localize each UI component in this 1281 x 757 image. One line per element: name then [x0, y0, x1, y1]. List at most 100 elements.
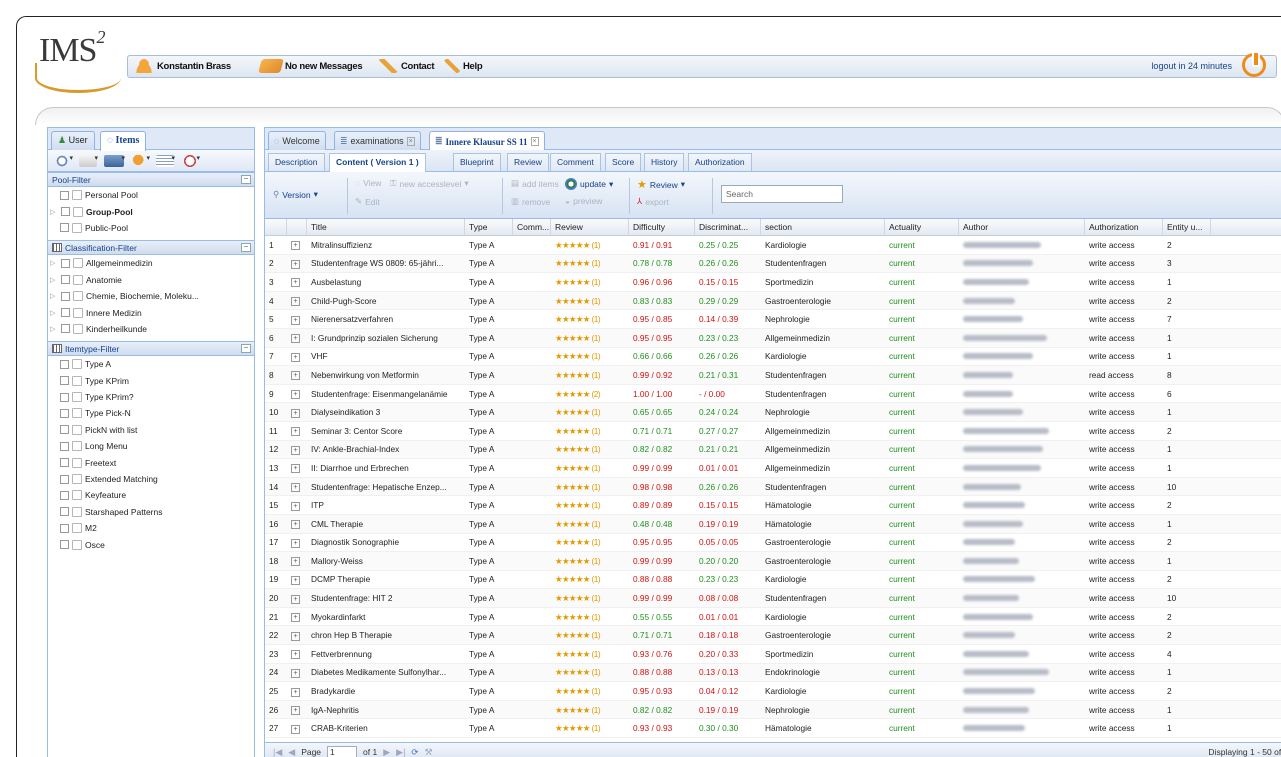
itemtype-item[interactable]: Type Pick-N	[48, 405, 254, 421]
table-row[interactable]: 6 + I: Grundprinzip sozialen Sicherung Type…	[265, 328, 1281, 348]
expand-row-icon[interactable]: +	[291, 557, 300, 567]
expand-row-icon[interactable]: +	[291, 520, 300, 530]
col-title[interactable]: Title	[307, 219, 465, 235]
tab-blueprint[interactable]: Blueprint	[453, 153, 501, 171]
table-row[interactable]: 27 + CRAB-Kriterien Type A ★★★★★ (1) 0.93 / 0…	[265, 719, 1281, 739]
search-input[interactable]: Search	[721, 185, 843, 203]
power-icon[interactable]	[1242, 51, 1266, 77]
itemtype-item[interactable]: Osce	[48, 536, 254, 552]
preview-button[interactable]: ◒ preview	[565, 196, 602, 206]
expand-row-icon[interactable]: +	[291, 501, 300, 511]
expand-row-icon[interactable]: +	[291, 390, 300, 400]
checkbox[interactable]	[61, 324, 70, 334]
expand-row-icon[interactable]: +	[291, 613, 300, 623]
image-dropdown-icon[interactable]	[104, 154, 125, 167]
expand-arrow-icon[interactable]: ▷	[50, 292, 58, 300]
expand-row-icon[interactable]: +	[291, 631, 300, 641]
checkbox[interactable]	[60, 474, 69, 484]
col-difficulty[interactable]: Difficulty	[629, 219, 695, 235]
col-type[interactable]: Type	[465, 219, 513, 235]
checkbox[interactable]	[61, 291, 70, 301]
expand-row-icon[interactable]: +	[291, 483, 300, 493]
expand-arrow-icon[interactable]: ▷	[50, 276, 58, 284]
table-row[interactable]: 7 + VHF Type A ★★★★★ (1) 0.66 / 0.66 0.26 / 0.…	[265, 348, 1281, 367]
itemtype-filter-header[interactable]: Itemtype-Filter −	[48, 341, 254, 357]
class-item[interactable]: ▷ Innere Medizin	[48, 304, 254, 320]
table-row[interactable]: 10 + Dialyseindikation 3 Type A ★★★★★ (1) 0.6…	[265, 403, 1281, 422]
table-row[interactable]: 20 + Studentenfrage: HIT 2 Type A ★★★★★ (1) 0…	[265, 589, 1281, 608]
checkbox[interactable]	[60, 190, 69, 200]
itemtype-item[interactable]: M2	[48, 520, 254, 536]
tab-user[interactable]: ♟ User	[51, 131, 95, 150]
clock-dropdown-icon[interactable]	[181, 154, 200, 167]
checkbox[interactable]	[60, 425, 69, 435]
class-item[interactable]: ▷ Chemie, Biochemie, Moleku...	[48, 288, 254, 304]
table-row[interactable]: 19 + DCMP Therapie Type A ★★★★★ (1) 0.88 / 0.…	[265, 571, 1281, 590]
contact-menu[interactable]: Contact	[378, 59, 435, 73]
checkbox[interactable]	[60, 392, 69, 402]
table-row[interactable]: 15 + ITP Type A ★★★★★ (1) 0.89 / 0.89 0.15 / 0…	[265, 496, 1281, 515]
itemtype-item[interactable]: Type A	[48, 356, 254, 372]
checkbox[interactable]	[60, 523, 69, 533]
checkbox[interactable]	[60, 408, 69, 418]
expand-arrow-icon[interactable]: ▷	[50, 208, 58, 216]
app-logo[interactable]: IMS2	[39, 27, 105, 70]
itemtype-item[interactable]: Starshaped Patterns	[48, 504, 254, 520]
checkbox[interactable]	[60, 458, 69, 468]
pool-item-public[interactable]: Public-Pool	[48, 220, 254, 236]
tab-description[interactable]: Description	[268, 153, 325, 171]
table-row[interactable]: 25 + Bradykardie Type A ★★★★★ (1) 0.95 / 0.93…	[265, 682, 1281, 701]
remove-button[interactable]: ▥ remove	[511, 196, 550, 207]
expand-row-icon[interactable]: +	[291, 445, 300, 455]
view-button[interactable]: ◌ View	[355, 178, 381, 188]
table-row[interactable]: 13 + II: Diarrhoe und Erbrechen Type A ★★★★★…	[265, 459, 1281, 478]
table-row[interactable]: 18 + Mallory-Weiss Type A ★★★★★ (1) 0.99 / 0.…	[265, 552, 1281, 571]
list-dropdown-icon[interactable]	[156, 154, 175, 167]
expand-row-icon[interactable]: +	[291, 259, 300, 269]
page-input[interactable]: 1	[327, 745, 358, 757]
tab-comment[interactable]: Comment	[550, 153, 601, 171]
add-items-button[interactable]: ▤ add items	[511, 178, 559, 189]
expand-row-icon[interactable]: +	[291, 315, 300, 325]
expand-row-icon[interactable]: +	[291, 334, 300, 344]
expand-row-icon[interactable]: +	[291, 668, 300, 678]
table-row[interactable]: 2 + Studentenfrage WS 0809: 65-jähri... Typ…	[265, 254, 1281, 274]
itemtype-item[interactable]: Extended Matching	[48, 471, 254, 487]
itemtype-item[interactable]: Type KPrim	[48, 373, 254, 389]
expand-row-icon[interactable]: +	[291, 724, 300, 734]
classification-filter-header[interactable]: Classification-Filter −	[48, 240, 254, 256]
close-icon[interactable]: ×	[530, 137, 539, 146]
class-item[interactable]: ▷ Anatomie	[48, 272, 254, 288]
col-discrimination[interactable]: Discriminat...	[695, 219, 761, 235]
table-row[interactable]: 5 + Nierenersatzverfahren Type A ★★★★★ (1) 0.…	[265, 310, 1281, 329]
checkbox[interactable]	[60, 490, 69, 500]
table-row[interactable]: 1 + Mitralinsuffizienz Type A ★★★★★ (1) 0.91 …	[265, 236, 1281, 255]
first-page-icon[interactable]: |◀	[273, 747, 282, 757]
expand-arrow-icon[interactable]: ▷	[50, 309, 58, 317]
tab-history[interactable]: History	[644, 153, 685, 171]
table-row[interactable]: 16 + CML Therapie Type A ★★★★★ (1) 0.48 / 0.4…	[265, 514, 1281, 534]
expand-row-icon[interactable]: +	[291, 241, 300, 251]
new-accesslevel-button[interactable]: ⚿ new accesslevel ▾	[390, 178, 469, 189]
export-button[interactable]: ⅄ export	[637, 196, 669, 207]
version-button[interactable]: ⚲ Version ▾	[273, 189, 318, 200]
collapse-icon[interactable]: −	[241, 243, 251, 253]
tab-innere-klausur[interactable]: ≣ Innere Klausur SS 11 ×	[429, 131, 545, 151]
itemtype-item[interactable]: PickN with list	[48, 422, 254, 438]
class-item[interactable]: ▷ Allgemeinmedizin	[48, 255, 254, 271]
refresh-dropdown-icon[interactable]	[52, 154, 73, 167]
tab-score[interactable]: Score	[605, 153, 642, 171]
pool-item-group[interactable]: ▷ Group-Pool	[48, 203, 254, 219]
tab-welcome[interactable]: ◌ Welcome	[268, 131, 326, 150]
user-menu[interactable]: Konstantin Brass	[134, 59, 231, 73]
checkbox[interactable]	[60, 359, 69, 369]
expand-row-icon[interactable]: +	[291, 278, 300, 288]
expand-arrow-icon[interactable]: ▷	[50, 325, 58, 333]
pool-filter-header[interactable]: Pool-Filter −	[48, 172, 254, 187]
expand-row-icon[interactable]: +	[291, 297, 300, 307]
table-row[interactable]: 17 + Diagnostik Sonographie Type A ★★★★★ (1)…	[265, 534, 1281, 553]
update-button[interactable]: update ▾	[565, 178, 613, 190]
edit-button[interactable]: ✎ Edit	[355, 196, 380, 207]
review-button[interactable]: ★ Review ▾	[637, 178, 685, 191]
table-row[interactable]: 4 + Child-Pugh-Score Type A ★★★★★ (1) 0.83 / …	[265, 291, 1281, 311]
